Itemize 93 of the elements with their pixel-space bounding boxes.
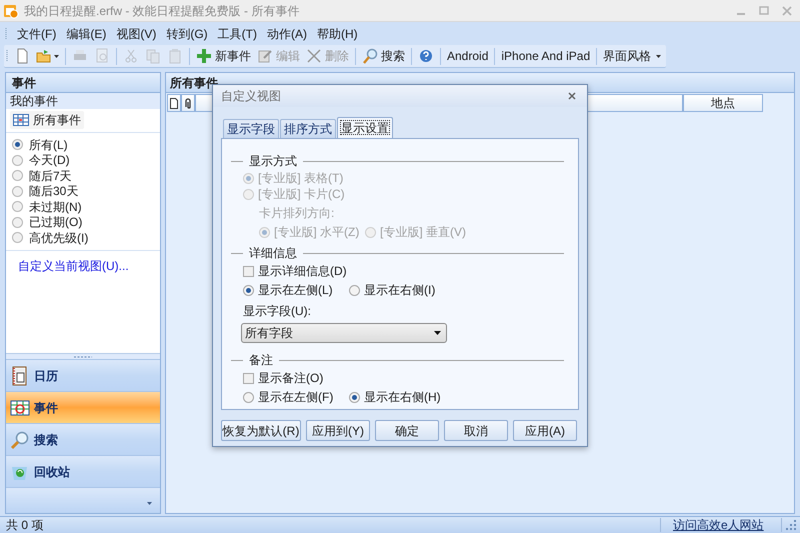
- dialog-tab[interactable]: 显示字段: [223, 119, 279, 138]
- radio-button[interactable]: [12, 232, 23, 244]
- filter-option[interactable]: 未过期(N): [6, 199, 160, 214]
- paperclip-icon: [184, 98, 192, 108]
- filter-option[interactable]: 今天(D): [6, 152, 160, 168]
- radio-option[interactable]: 显示在左侧(F): [243, 388, 349, 406]
- filter-option[interactable]: 所有(L): [6, 137, 160, 152]
- toolbar-button[interactable]: 新事件: [193, 46, 254, 66]
- page-preview-icon: [94, 48, 110, 64]
- nav-button[interactable]: 搜索: [6, 423, 160, 455]
- checkbox-option[interactable]: 显示详细信息(D): [243, 262, 564, 280]
- close-icon: [568, 92, 576, 100]
- menu-item[interactable]: 帮助(H): [312, 24, 363, 44]
- section-label: 我的事件: [6, 93, 160, 109]
- toolbar-button[interactable]: Android: [444, 46, 492, 66]
- radio-button[interactable]: [243, 392, 254, 402]
- radio-button[interactable]: [349, 284, 360, 296]
- grip-icon: [5, 27, 8, 41]
- dialog-tab[interactable]: 排序方式: [280, 119, 336, 138]
- field-dropdown[interactable]: 所有字段: [241, 323, 447, 343]
- nav-button[interactable]: 日历: [6, 359, 160, 391]
- dialog-button[interactable]: 取消: [444, 420, 508, 441]
- window-title: 我的日程提醒.erfw - 效能日程提醒免费版 - 所有事件: [24, 2, 300, 20]
- help-icon: [418, 48, 434, 64]
- panel-header: 事件: [6, 73, 160, 93]
- scissors-icon: [123, 48, 139, 64]
- group-title: 详细信息: [249, 245, 297, 262]
- customize-view-link[interactable]: 自定义当前视图(U)...: [6, 256, 160, 274]
- radio-button[interactable]: [12, 139, 23, 150]
- column-header[interactable]: [181, 94, 195, 112]
- dialog-button[interactable]: 应用(A): [513, 420, 577, 441]
- dialog-button[interactable]: 确定: [375, 420, 439, 441]
- view-button[interactable]: 所有事件: [10, 111, 84, 129]
- caret-icon: [54, 54, 59, 58]
- dialog-button[interactable]: 应用到(Y): [306, 420, 370, 441]
- field-label: 卡片排列方向:: [259, 205, 336, 222]
- filter-option[interactable]: 随后7天: [6, 168, 160, 184]
- dialog-tab[interactable]: 显示设置: [337, 117, 393, 138]
- search-icon: [362, 48, 378, 64]
- nav-button[interactable]: 事件: [6, 391, 160, 423]
- filter-option[interactable]: 已过期(O): [6, 214, 160, 230]
- grid-icon: [13, 114, 29, 126]
- checkbox[interactable]: [243, 372, 254, 384]
- radio-button[interactable]: [12, 154, 23, 166]
- checkbox[interactable]: [243, 266, 254, 276]
- column-header[interactable]: 地点: [683, 94, 763, 112]
- style-menu-button[interactable]: 界面风格: [600, 46, 664, 66]
- grip-icon: [6, 49, 9, 63]
- dialog-button[interactable]: 恢复为默认(R): [221, 420, 301, 441]
- menu-item[interactable]: 文件(F): [12, 24, 62, 44]
- table-icon: [10, 398, 30, 418]
- folder-icon: [36, 48, 52, 64]
- menu-item[interactable]: 动作(A): [262, 24, 312, 44]
- plus-icon: [196, 48, 212, 64]
- radio-button[interactable]: [243, 284, 254, 296]
- filter-option[interactable]: 随后30天: [6, 184, 160, 199]
- copy-icon: [145, 48, 161, 64]
- document-icon: [170, 98, 178, 108]
- radio-button[interactable]: [12, 201, 23, 212]
- radio-button[interactable]: [12, 170, 23, 182]
- menu-item[interactable]: 视图(V): [111, 24, 162, 44]
- field-label: 显示字段(U):: [243, 303, 312, 320]
- checkbox-option[interactable]: 显示备注(O): [243, 369, 564, 387]
- menu-item[interactable]: 编辑(E): [61, 24, 112, 44]
- minimize-icon: [737, 12, 745, 14]
- toolbar-button[interactable]: iPhone And iPad: [498, 46, 594, 66]
- close-icon: [781, 4, 793, 16]
- cross-icon: [306, 48, 322, 64]
- caret-icon: [656, 54, 662, 58]
- radio-option[interactable]: 显示在左侧(L): [243, 281, 349, 299]
- pencil-icon: [257, 48, 273, 64]
- radio-button[interactable]: [12, 216, 23, 228]
- radio-button[interactable]: [349, 392, 360, 402]
- filter-option[interactable]: 高优先级(I): [6, 230, 160, 246]
- menu-item[interactable]: 工具(T): [212, 24, 262, 44]
- chevron-down-icon: [147, 502, 152, 505]
- website-link[interactable]: 访问高效e人网站: [661, 516, 781, 533]
- radio-option[interactable]: 显示在右侧(H): [349, 388, 455, 406]
- nav-button[interactable]: 回收站: [6, 455, 160, 487]
- paste-icon: [167, 48, 183, 64]
- radio-option[interactable]: 显示在右侧(I): [349, 281, 455, 299]
- column-header[interactable]: [167, 94, 181, 112]
- toolbar-button[interactable]: 搜索: [359, 46, 408, 66]
- menu-item[interactable]: 转到(G): [161, 24, 213, 44]
- magnifier-icon: [10, 430, 30, 450]
- maximize-icon: [758, 4, 770, 16]
- caret-icon: [434, 331, 441, 335]
- group-title: 备注: [249, 352, 273, 369]
- app-icon: [3, 2, 19, 18]
- status-count: 共 0 项: [5, 517, 44, 533]
- resize-grip-icon: [786, 520, 796, 530]
- radio-button[interactable]: [12, 186, 23, 197]
- group-title: 显示方式: [249, 153, 297, 170]
